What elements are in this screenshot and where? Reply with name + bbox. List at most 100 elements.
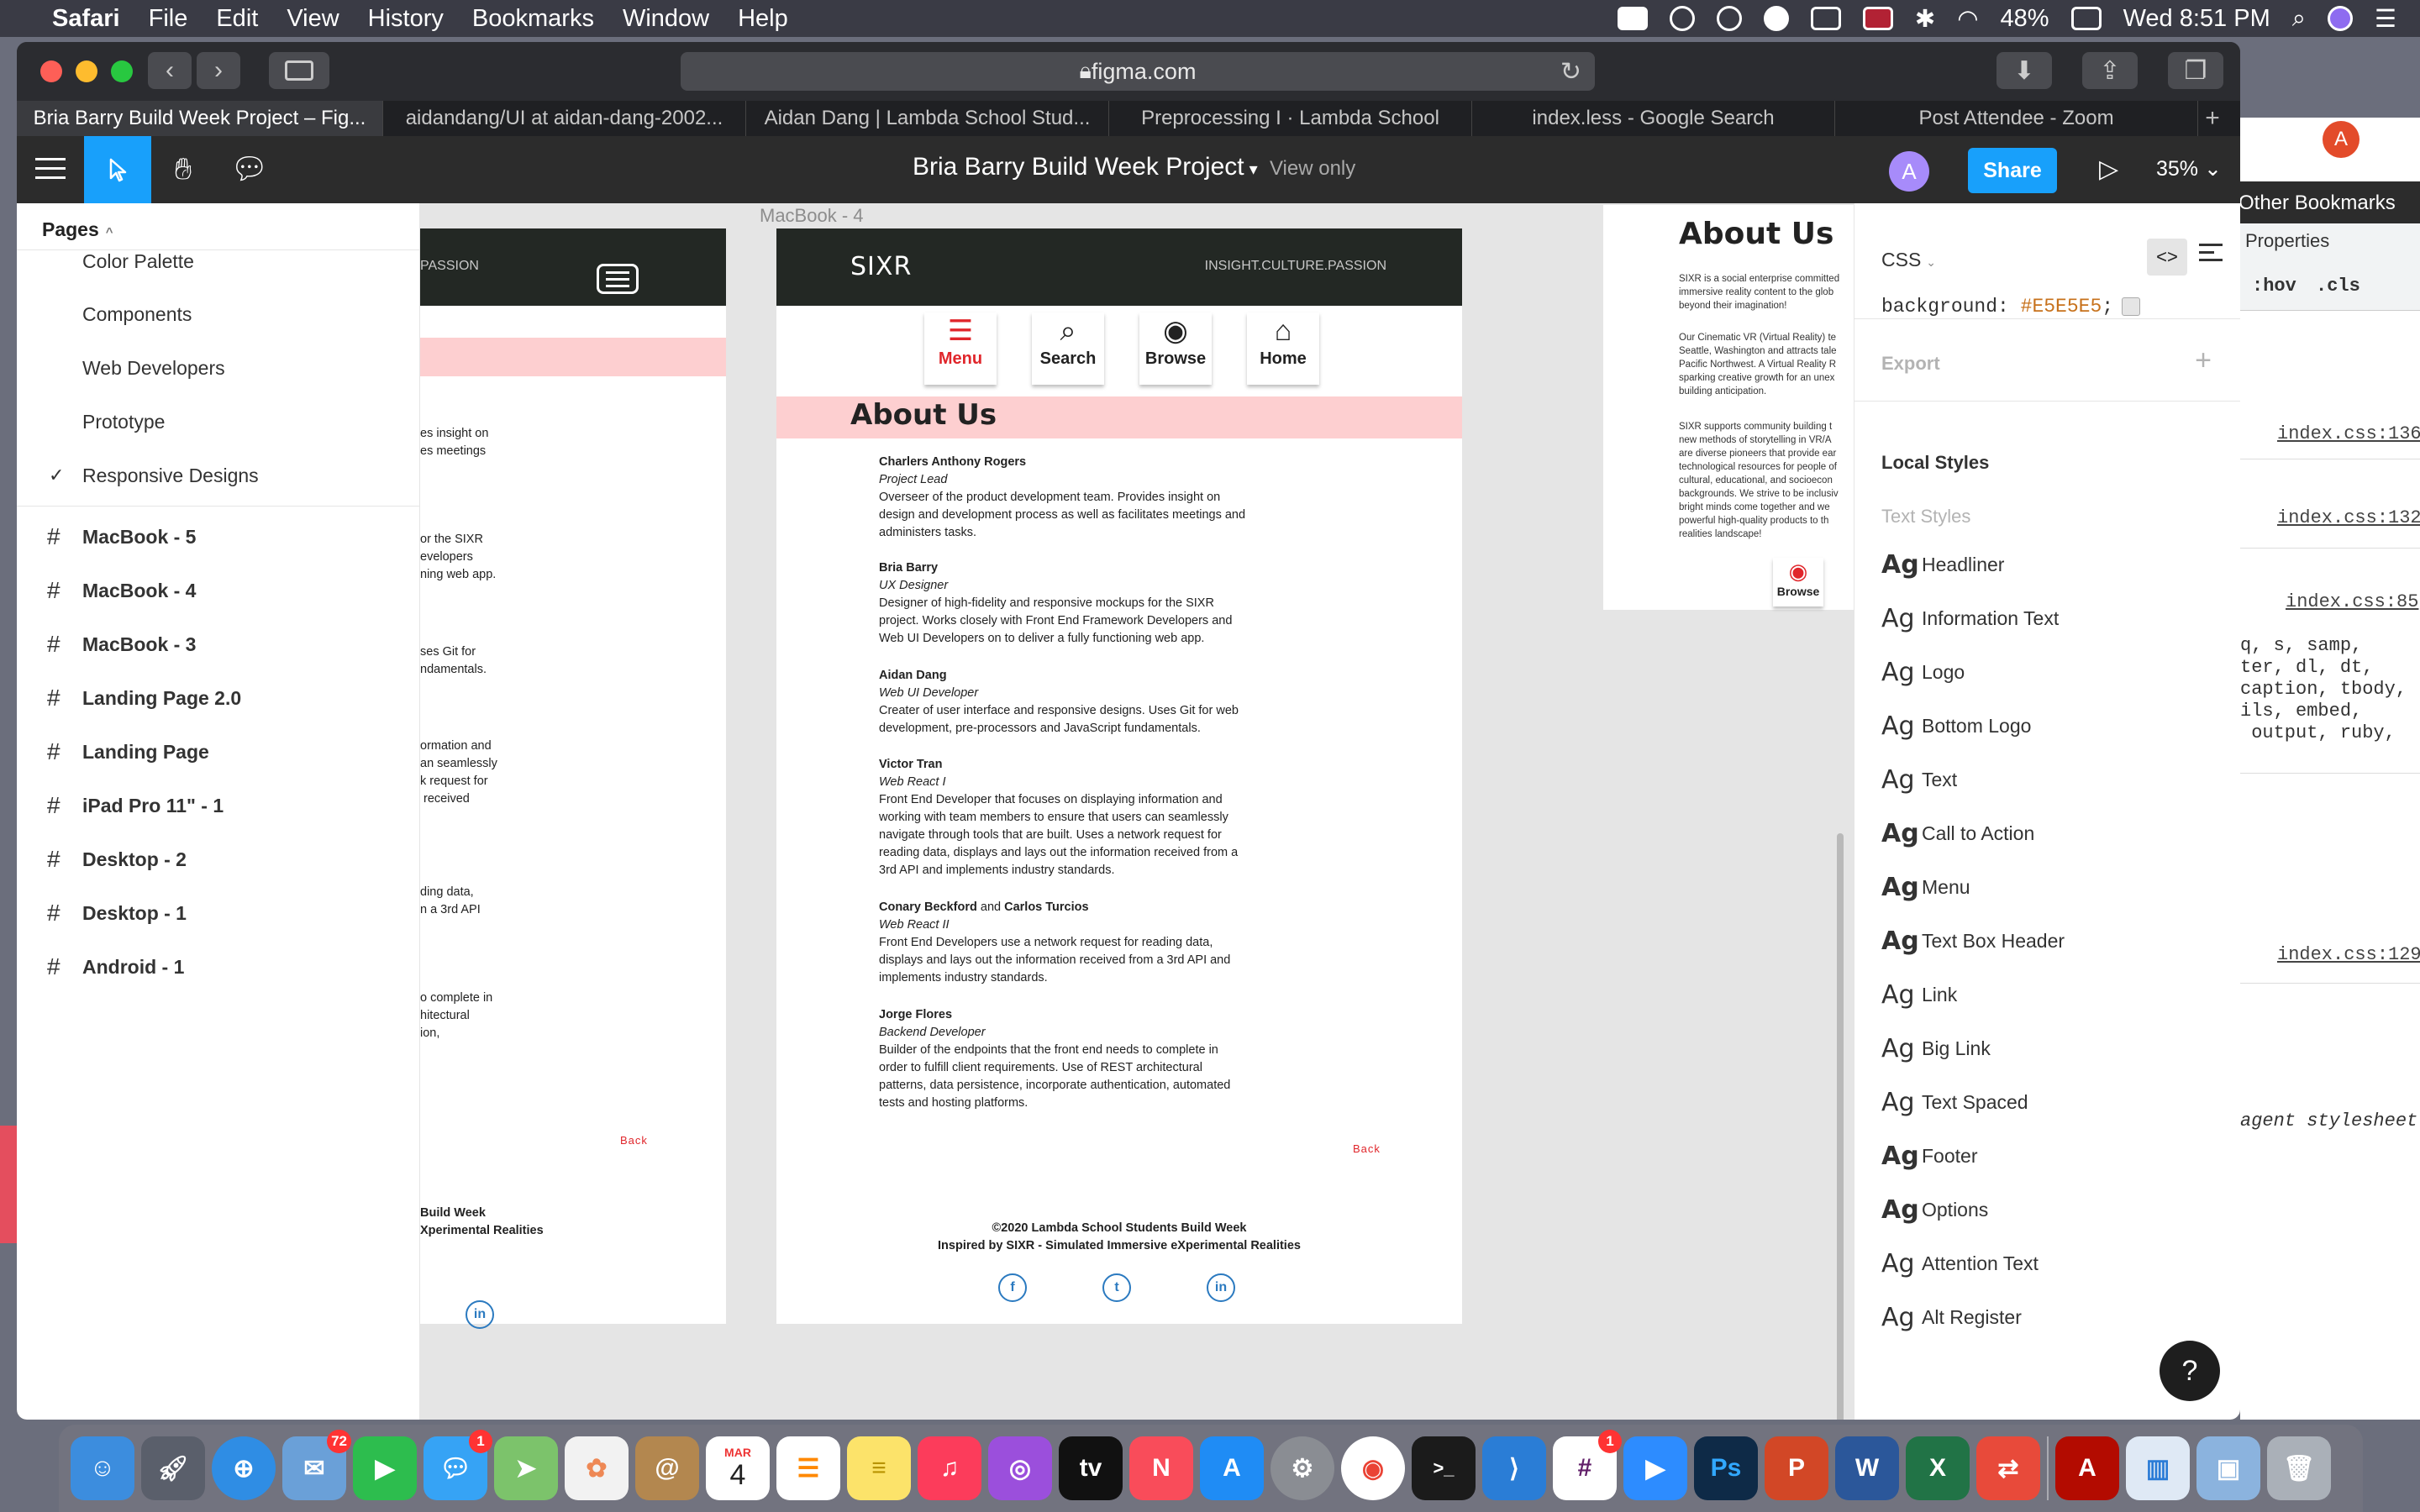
page-item-responsive-designs[interactable]: ✓ Responsive Designs [17,449,419,502]
wifi-icon[interactable]: ◠ [1957,4,1978,34]
menu-view[interactable]: View [287,5,339,33]
vertical-scrollbar[interactable] [1837,833,1844,1420]
text-style-item[interactable]: Ag Text Spaced [1881,1085,2028,1119]
menu-history[interactable]: History [368,5,444,33]
present-play-icon[interactable]: ▷ [2099,155,2118,184]
text-style-item[interactable]: Ag Alt Register [1881,1300,2022,1334]
tab-google-search[interactable]: index.less - Google Search [1472,101,1835,136]
frame-name-label[interactable]: MacBook - 4 [760,205,864,227]
frame-item[interactable]: # Landing Page [17,725,419,779]
frame-item[interactable]: # MacBook - 3 [17,617,419,671]
main-menu-icon[interactable] [35,158,66,186]
clock[interactable]: Wed 8:51 PM [2123,5,2270,33]
move-tool-button[interactable] [84,136,151,203]
menu-help[interactable]: Help [738,5,788,33]
tab-zoom[interactable]: Post Attendee - Zoom [1835,101,2198,136]
sidebar-toggle-button[interactable] [269,52,329,89]
hov-toggle[interactable]: :hov [2252,276,2296,297]
icloud-icon[interactable] [1716,6,1742,31]
page-item-prototype[interactable]: Prototype [17,395,419,449]
tab-overview-button[interactable]: ❐ [2168,52,2223,89]
text-style-item[interactable]: Ag Headliner [1881,548,2004,581]
text-style-item[interactable]: Ag Text [1881,763,1957,796]
close-window-button[interactable] [40,60,62,82]
frame-item[interactable]: # MacBook - 4 [17,564,419,617]
css-source-link[interactable]: index.css:132 [2277,507,2420,528]
user-avatar[interactable]: A [1889,151,1929,192]
other-bookmarks[interactable]: Other Bookmarks [2232,181,2420,223]
battery-percent[interactable]: 48% [2001,5,2049,33]
code-view-icon[interactable]: <> [2147,239,2187,276]
code-language-select[interactable]: CSS ⌄ [1881,249,1936,271]
chrome-icon[interactable]: ◉ [1341,1436,1405,1500]
frame-item[interactable]: # MacBook - 5 [17,510,419,564]
reminders-icon[interactable]: ☰ [776,1436,840,1500]
menu-file[interactable]: File [149,5,188,33]
word-icon[interactable]: W [1835,1436,1899,1500]
frame-macbook-5[interactable]: PASSION es insight on es meetings or the… [420,228,726,1329]
css-source-link[interactable]: index.css:129 [2277,944,2420,965]
safari-icon[interactable]: ⊕ [212,1436,276,1500]
mail-icon[interactable]: ✉ 72 [282,1430,351,1500]
pages-header[interactable]: Pages ^ [17,203,419,250]
trash-icon[interactable]: 🗑︎ [2267,1436,2331,1500]
list-view-icon[interactable] [2199,244,2223,266]
menu-window[interactable]: Window [623,5,709,33]
text-style-item[interactable]: Ag Options [1881,1193,1988,1226]
frame-macbook-4[interactable]: SIXR INSIGHT.CULTURE.PASSION ☰ Menu ⌕ Se… [776,228,1462,1324]
reload-icon[interactable]: ↻ [1560,57,1581,87]
messages-icon[interactable]: 💬︎ 1 [424,1430,492,1500]
text-style-item[interactable]: Ag Logo [1881,655,1965,689]
page-item-components[interactable]: Components [17,287,419,341]
git-client-icon[interactable]: ⇄ [1976,1436,2040,1500]
file-title[interactable]: Bria Barry Build Week Project ▾ View only [913,153,1355,181]
frame-item[interactable]: # Android - 1 [17,940,419,994]
frame-macbook-3[interactable]: About Us SIXR is a social enterprise com… [1603,205,1854,610]
css-source-link[interactable]: index.css:85 [2286,591,2418,612]
help-button[interactable]: ? [2160,1341,2220,1401]
frame-item[interactable]: # Desktop - 2 [17,832,419,886]
finder-icon[interactable]: ☺ [71,1436,134,1500]
news-icon[interactable]: N [1129,1436,1193,1500]
text-style-item[interactable]: Ag Footer [1881,1139,1977,1173]
design-canvas[interactable]: PASSION es insight on es meetings or the… [420,203,1854,1420]
control-center-icon[interactable]: ☰ [2375,4,2396,34]
flag-us-icon[interactable] [1862,7,1893,30]
page-item-color-palette[interactable]: Color Palette [17,250,419,287]
slack-icon[interactable]: #1 [1553,1430,1622,1500]
preview-icon[interactable]: ▣ [2196,1436,2260,1500]
text-style-item[interactable]: Ag Attention Text [1881,1247,2039,1280]
address-bar[interactable]: 🔒︎ figma.com ↻ [681,52,1595,91]
cls-toggle[interactable]: .cls [2316,276,2360,297]
hand-tool-icon[interactable]: ✋︎ [165,151,202,188]
profile-avatar[interactable]: A [2323,121,2360,158]
photoshop-icon[interactable]: Ps [1694,1436,1758,1500]
text-style-item[interactable]: Ag Link [1881,978,1957,1011]
back-chevron-icon[interactable]: ‹ [148,52,192,89]
creative-cloud-icon[interactable] [1669,6,1695,31]
upload-icon[interactable] [1763,6,1789,31]
text-style-item[interactable]: Ag Text Box Header [1881,924,2065,958]
share-button[interactable]: Share [1968,148,2057,193]
tab-lambda-profile[interactable]: Aidan Dang | Lambda School Stud... [746,101,1109,136]
zoom-dropdown[interactable]: 35% ⌄ [2156,156,2222,181]
frame-item[interactable]: # Landing Page 2.0 [17,671,419,725]
tab-preprocessing[interactable]: Preprocessing I · Lambda School [1109,101,1472,136]
frame-item[interactable]: # iPad Pro 11" - 1 [17,779,419,832]
text-style-item[interactable]: Ag Information Text [1881,601,2059,635]
add-export-icon[interactable]: + [2195,344,2212,377]
css-source-link[interactable]: index.css:136 [2277,423,2420,444]
text-style-item[interactable]: Ag Bottom Logo [1881,709,2031,743]
siri-icon[interactable] [2328,6,2353,31]
share-sheet-button[interactable]: ⇪ [2082,52,2138,89]
facetime-icon[interactable]: ▶ [353,1436,417,1500]
contacts-icon[interactable]: @ [635,1436,699,1500]
tab-github[interactable]: aidandang/UI at aidan-dang-2002... [383,101,746,136]
fullscreen-window-button[interactable] [111,60,133,82]
menu-bookmarks[interactable]: Bookmarks [472,5,594,33]
zoom-icon[interactable]: ▶ [1623,1436,1687,1500]
new-tab-button[interactable]: + [2198,101,2227,136]
frame-item[interactable]: # Desktop - 1 [17,886,419,940]
text-style-item[interactable]: Ag Menu [1881,870,1970,904]
notes-icon[interactable]: ≡ [847,1436,911,1500]
